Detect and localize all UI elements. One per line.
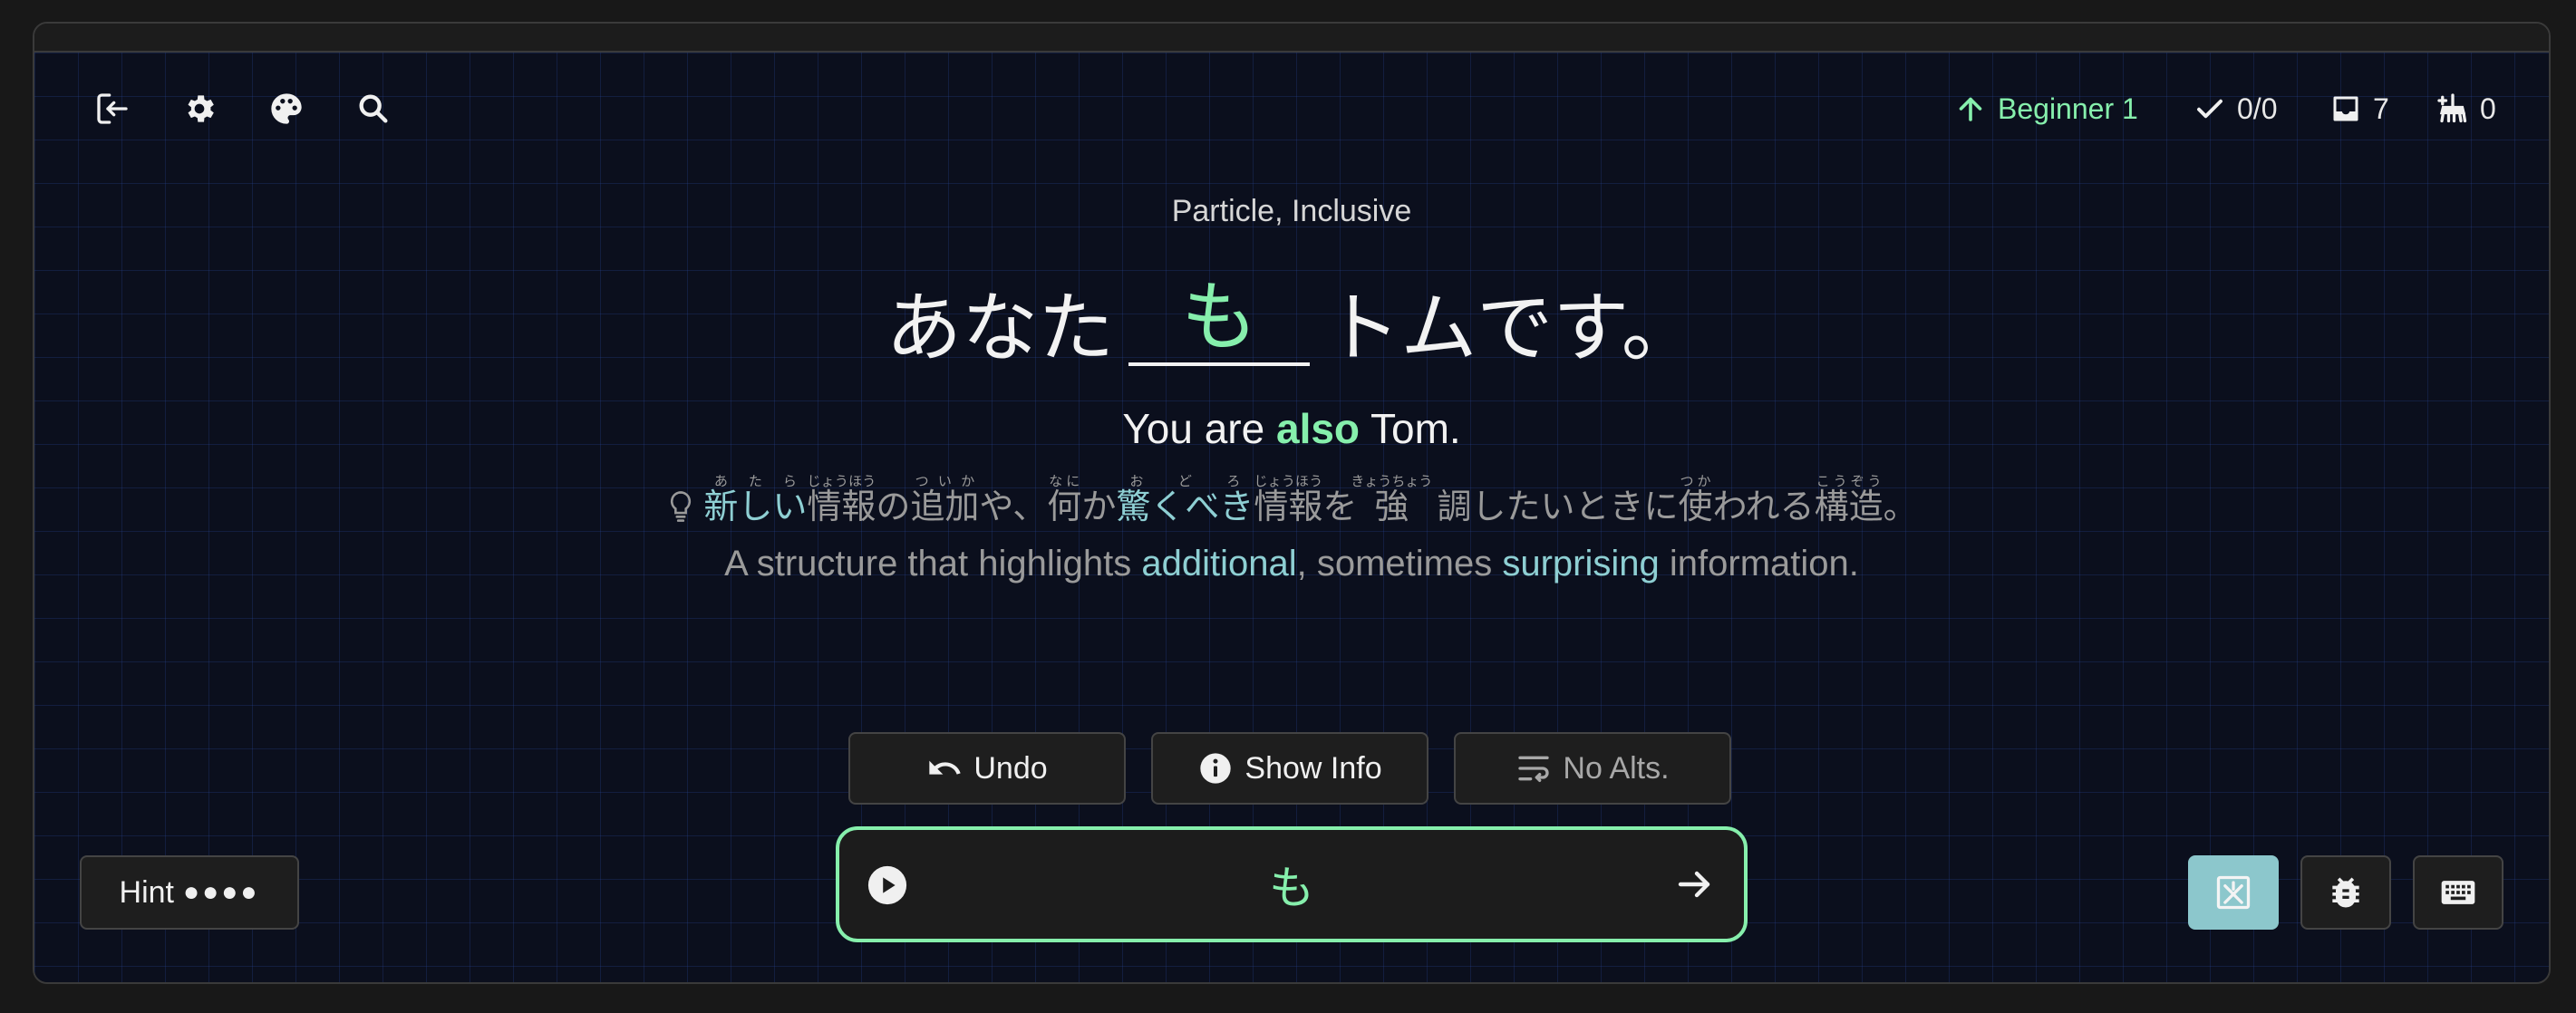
explanation-en-after: information. bbox=[1659, 544, 1859, 584]
keyboard-icon bbox=[2441, 881, 2475, 904]
undo-button[interactable]: Undo bbox=[848, 732, 1126, 805]
sentence-before: あなた bbox=[886, 284, 1115, 372]
bug-icon bbox=[2332, 877, 2359, 908]
level-indicator[interactable]: Beginner 1 bbox=[1954, 83, 2138, 134]
explanation-en-before: A structure that highlights bbox=[724, 544, 1142, 584]
no-alts-button[interactable]: No Alts. bbox=[1454, 732, 1731, 805]
explanation-jp-segment: 。 bbox=[1883, 487, 1918, 526]
explanation-en-highlight-1: additional bbox=[1141, 544, 1297, 584]
cleared-count[interactable]: 0 bbox=[2436, 83, 2496, 134]
translation-after: Tom. bbox=[1360, 405, 1461, 452]
window-top-strip bbox=[34, 24, 2549, 53]
furigana-reading: じょうほう bbox=[807, 473, 876, 489]
no-alts-label: No Alts. bbox=[1563, 750, 1670, 786]
furigana-reading: こうぞう bbox=[1814, 473, 1884, 489]
furigana-reading: じょうほう bbox=[1254, 473, 1323, 489]
answer-input[interactable]: も bbox=[836, 826, 1748, 942]
translation-before: You are bbox=[1122, 405, 1276, 452]
inbox-count-value: 7 bbox=[2373, 92, 2389, 125]
explanation-japanese-text: 新しいあたら情報じょうほうの追加ついかや、何なにか驚くべきおどろ情報じょうほうを… bbox=[703, 473, 1917, 528]
explanation-jp-segment: 調したいときに bbox=[1426, 487, 1679, 526]
furigana-icon bbox=[2216, 875, 2251, 910]
undo-icon bbox=[929, 760, 962, 775]
hint-dots: ●●●● bbox=[182, 877, 260, 907]
cleared-count-value: 0 bbox=[2480, 92, 2496, 125]
furigana-reading: あたら bbox=[703, 473, 808, 489]
question-sentence: あなた も トムです。 bbox=[34, 279, 2549, 366]
explanation-jp-segment: 追加ついか bbox=[910, 473, 980, 526]
explanation-jp-segment: 情報じょうほう bbox=[807, 473, 876, 526]
exit-icon bbox=[97, 93, 128, 124]
explanation-english: A structure that highlights additional, … bbox=[34, 544, 2549, 584]
exit-button[interactable] bbox=[87, 83, 138, 134]
furigana-reading: なに bbox=[1047, 473, 1082, 489]
search-icon bbox=[359, 94, 388, 123]
explanation-en-highlight-2: surprising bbox=[1502, 544, 1660, 584]
answer-blank: も bbox=[1128, 279, 1311, 366]
keyboard-button[interactable] bbox=[2413, 855, 2503, 930]
settings-button[interactable] bbox=[174, 83, 225, 134]
hint-label: Hint bbox=[119, 874, 174, 910]
show-info-label: Show Info bbox=[1244, 750, 1382, 786]
level-label: Beginner 1 bbox=[1998, 92, 2138, 125]
explanation-jp-segment: 情報じょうほう bbox=[1254, 473, 1323, 526]
check-icon bbox=[2197, 99, 2223, 119]
translation: You are also Tom. bbox=[34, 404, 2549, 453]
app-window: Beginner 1 0/0 7 0 Particle, Inclusive あ… bbox=[33, 22, 2551, 984]
arrow-up-icon bbox=[1959, 97, 1982, 121]
explanation-jp-segment: 強きょうちょう bbox=[1351, 473, 1433, 526]
undo-label: Undo bbox=[973, 750, 1048, 786]
hint-button[interactable]: Hint ●●●● bbox=[80, 855, 299, 930]
correct-count: 0/0 bbox=[2193, 83, 2277, 134]
palette-icon bbox=[271, 93, 302, 124]
explanation-jp-segment: や、 bbox=[979, 487, 1048, 526]
search-button[interactable] bbox=[348, 83, 399, 134]
lightbulb-icon bbox=[671, 491, 692, 522]
wrap-text-icon bbox=[1518, 756, 1550, 782]
explanation-jp-segment: の bbox=[876, 487, 911, 526]
explanation-japanese: 新しいあたら情報じょうほうの追加ついかや、何なにか驚くべきおどろ情報じょうほうを… bbox=[34, 473, 2549, 528]
explanation-jp-segment: か bbox=[1081, 487, 1117, 526]
show-info-button[interactable]: Show Info bbox=[1151, 732, 1428, 805]
gear-icon bbox=[188, 95, 214, 122]
explanation-jp-segment: 使つか bbox=[1678, 473, 1713, 526]
explanation-jp-segment: 構造こうぞう bbox=[1814, 473, 1884, 526]
broom-icon bbox=[2437, 93, 2467, 123]
arrow-right-icon[interactable] bbox=[1673, 863, 1717, 906]
explanation-en-middle: , sometimes bbox=[1296, 544, 1503, 584]
furigana-reading: おどろ bbox=[1116, 473, 1254, 489]
furigana-reading: つか bbox=[1678, 473, 1713, 489]
furigana-reading: きょうちょう bbox=[1351, 473, 1433, 489]
correct-count-value: 0/0 bbox=[2237, 92, 2278, 125]
furigana-toggle-button[interactable] bbox=[2188, 855, 2279, 930]
grammar-tags: Particle, Inclusive bbox=[1171, 194, 1412, 228]
explanation-jp-segment: 驚くべきおどろ bbox=[1116, 473, 1254, 526]
theme-button[interactable] bbox=[261, 83, 312, 134]
explanation-jp-segment: われる bbox=[1712, 487, 1815, 526]
inbox-icon bbox=[2333, 96, 2358, 121]
answer-value: も bbox=[1269, 862, 1314, 914]
furigana-reading: ついか bbox=[910, 473, 980, 489]
report-bug-button[interactable] bbox=[2300, 855, 2391, 930]
info-icon bbox=[1200, 753, 1232, 784]
sentence-after: トムです。 bbox=[1324, 284, 1698, 372]
explanation-jp-segment: 何なに bbox=[1047, 473, 1082, 526]
inbox-count[interactable]: 7 bbox=[2329, 83, 2389, 134]
translation-highlight: also bbox=[1275, 405, 1361, 452]
explanation-jp-segment: 新しいあたら bbox=[703, 473, 808, 526]
